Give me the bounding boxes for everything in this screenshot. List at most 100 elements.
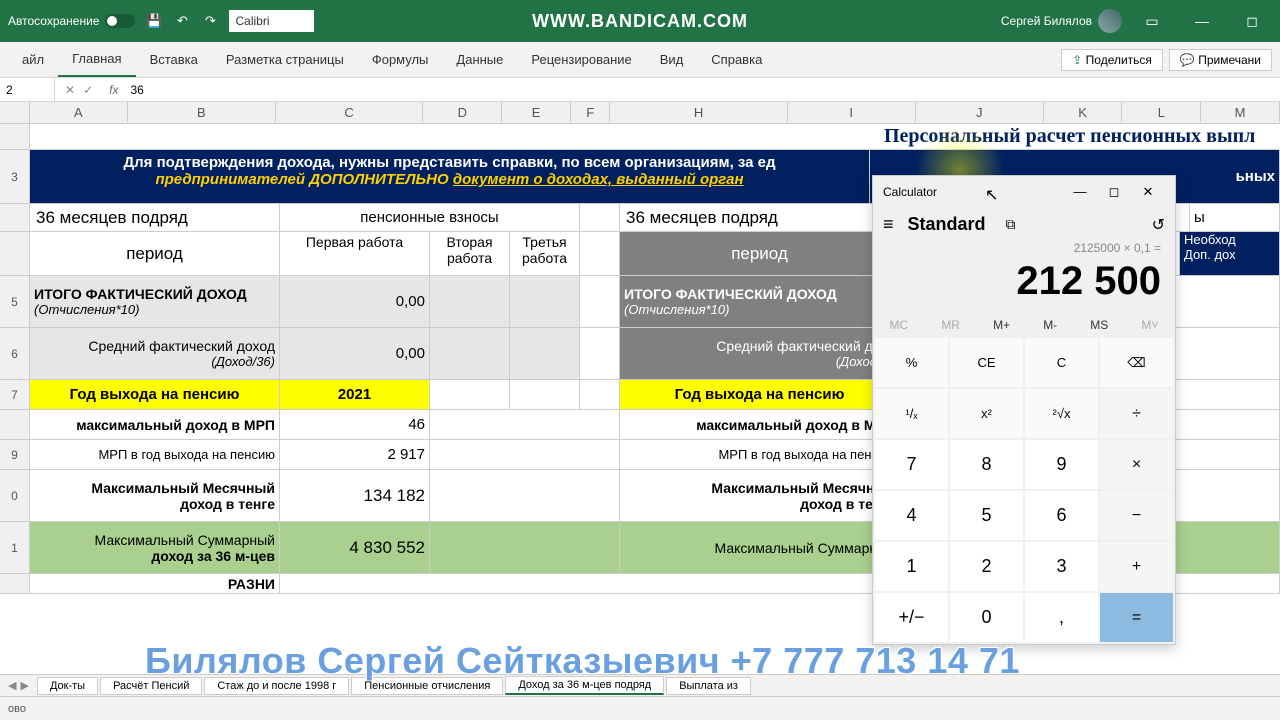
cell[interactable]: [430, 276, 510, 327]
cell-36months-1[interactable]: 36 месяцев подряд: [30, 204, 280, 231]
cell-maxmrp-label[interactable]: максимальный доход в МРП: [30, 410, 280, 439]
minimize-icon[interactable]: —: [1182, 7, 1222, 35]
cell[interactable]: [510, 380, 580, 409]
calc-close-icon[interactable]: ✕: [1131, 184, 1165, 200]
row-head[interactable]: 0: [0, 470, 30, 521]
calc-btn-0[interactable]: 0: [950, 593, 1023, 642]
col-L[interactable]: L: [1122, 102, 1201, 123]
cell[interactable]: [430, 522, 620, 573]
row-head[interactable]: 5: [0, 276, 30, 327]
cell-maxsum-label[interactable]: Максимальный Суммарный доход за 36 м-цев: [30, 522, 280, 573]
undo-icon[interactable]: ↶: [173, 12, 191, 30]
cell-maxmonth-label[interactable]: Максимальный Месячный доход в тенге: [30, 470, 280, 521]
cell[interactable]: [30, 124, 880, 149]
sheet-tab[interactable]: Док-ты: [37, 677, 98, 695]
ribbon-options-icon[interactable]: ▭: [1132, 7, 1172, 35]
cell-itogo-val[interactable]: 0,00: [280, 276, 430, 327]
cell-itogo-label[interactable]: ИТОГО ФАКТИЧЕСКИЙ ДОХОД (Отчисления*10): [30, 276, 280, 327]
cell[interactable]: [580, 204, 620, 231]
calc-btn-2[interactable]: 2: [950, 542, 1023, 591]
title-text[interactable]: Персональный расчет пенсионных выпл: [880, 124, 1280, 149]
row-head[interactable]: [0, 204, 30, 231]
tab-view[interactable]: Вид: [646, 42, 698, 77]
row-head[interactable]: 9: [0, 440, 30, 469]
tab-formulas[interactable]: Формулы: [358, 42, 443, 77]
col-B[interactable]: B: [128, 102, 276, 123]
calc-btn-square[interactable]: x²: [950, 389, 1023, 438]
calc-btn-negate[interactable]: +/−: [875, 593, 948, 642]
share-button[interactable]: ⇪ Поделиться: [1061, 49, 1163, 71]
comments-button[interactable]: 💬 Примечани: [1169, 49, 1272, 71]
autosave-toggle[interactable]: Автосохранение: [8, 14, 135, 28]
calc-minimize-icon[interactable]: —: [1063, 184, 1097, 200]
calc-mc[interactable]: MC: [890, 318, 909, 332]
col-D[interactable]: D: [423, 102, 502, 123]
row-head[interactable]: [0, 232, 30, 275]
banner-cell[interactable]: Для подтверждения дохода, нужны представ…: [30, 150, 870, 203]
cell-maxmonth-label2[interactable]: Максимальный Месячный доход в тенге: [620, 470, 900, 521]
calc-mplus[interactable]: M+: [993, 318, 1010, 332]
row-head[interactable]: 1: [0, 522, 30, 573]
row-head[interactable]: 6: [0, 328, 30, 379]
tab-file[interactable]: айл: [8, 42, 58, 77]
col-K[interactable]: K: [1044, 102, 1123, 123]
cell-maxmonth-val[interactable]: 134 182: [280, 470, 430, 521]
calc-mr[interactable]: MR: [941, 318, 960, 332]
cell-avg-val[interactable]: 0,00: [280, 328, 430, 379]
calc-pin-icon[interactable]: ⧉: [1006, 216, 1016, 233]
save-icon[interactable]: 💾: [145, 12, 163, 30]
row-head[interactable]: [0, 124, 30, 149]
calc-maximize-icon[interactable]: ◻: [1097, 184, 1131, 200]
calc-menu-icon[interactable]: ≡: [883, 214, 894, 235]
calc-mlist[interactable]: M˅: [1141, 318, 1158, 332]
cell[interactable]: [430, 440, 620, 469]
calc-btn-8[interactable]: 8: [950, 440, 1023, 489]
cell-need[interactable]: НеобходДоп. дох: [1180, 232, 1280, 275]
cell-work3[interactable]: Третья работа: [510, 232, 580, 275]
col-C[interactable]: C: [276, 102, 424, 123]
calc-btn-5[interactable]: 5: [950, 491, 1023, 540]
calc-btn-9[interactable]: 9: [1025, 440, 1098, 489]
cell[interactable]: [580, 328, 620, 379]
cell-year-label[interactable]: Год выхода на пенсию: [30, 380, 280, 409]
calc-btn-6[interactable]: 6: [1025, 491, 1098, 540]
col-J[interactable]: J: [916, 102, 1044, 123]
cell[interactable]: [430, 470, 620, 521]
cell[interactable]: [580, 276, 620, 327]
calc-btn-divide[interactable]: ÷: [1100, 389, 1173, 438]
cell[interactable]: [430, 380, 510, 409]
cell-pension-contrib[interactable]: пенсионные взносы: [280, 204, 580, 231]
cell[interactable]: [580, 232, 620, 275]
col-I[interactable]: I: [788, 102, 916, 123]
cell-avg-label2[interactable]: Средний фактический дохо (Доход/36: [620, 328, 900, 379]
cancel-icon[interactable]: ✕: [65, 83, 75, 97]
cell-mrp-val[interactable]: 2 917: [280, 440, 430, 469]
cell-36months-2[interactable]: 36 месяцев подряд: [620, 204, 900, 231]
font-select[interactable]: [229, 10, 314, 32]
select-all-corner[interactable]: [0, 102, 30, 123]
sheet-nav-prev[interactable]: ◀: [8, 679, 16, 692]
redo-icon[interactable]: ↷: [201, 12, 219, 30]
calc-btn-equals[interactable]: =: [1100, 593, 1173, 642]
sheet-nav-next[interactable]: ▶: [20, 679, 28, 692]
calc-btn-c[interactable]: C: [1025, 338, 1098, 387]
tab-layout[interactable]: Разметка страницы: [212, 42, 358, 77]
calc-btn-sqrt[interactable]: ²√x: [1025, 389, 1098, 438]
cell-maxmrp-val[interactable]: 46: [280, 410, 430, 439]
calc-btn-decimal[interactable]: ,: [1025, 593, 1098, 642]
maximize-icon[interactable]: ◻: [1232, 7, 1272, 35]
cell-maxsum-val[interactable]: 4 830 552: [280, 522, 430, 573]
cell-period[interactable]: период: [30, 232, 280, 275]
col-E[interactable]: E: [502, 102, 571, 123]
row-head[interactable]: [0, 574, 30, 593]
tab-home[interactable]: Главная: [58, 42, 135, 77]
cell-avg-label[interactable]: Средний фактический доход (Доход/36): [30, 328, 280, 379]
calc-titlebar[interactable]: Calculator — ◻ ✕: [873, 176, 1175, 208]
col-H[interactable]: H: [610, 102, 787, 123]
calc-btn-4[interactable]: 4: [875, 491, 948, 540]
cell-year-label2[interactable]: Год выхода на пенсию: [620, 380, 900, 409]
cell-maxsum-label2[interactable]: Максимальный Суммарный: [620, 522, 900, 573]
cell-year-val[interactable]: 2021: [280, 380, 430, 409]
cell-mrp-label[interactable]: МРП в год выхода на пенсию: [30, 440, 280, 469]
calc-btn-3[interactable]: 3: [1025, 542, 1098, 591]
